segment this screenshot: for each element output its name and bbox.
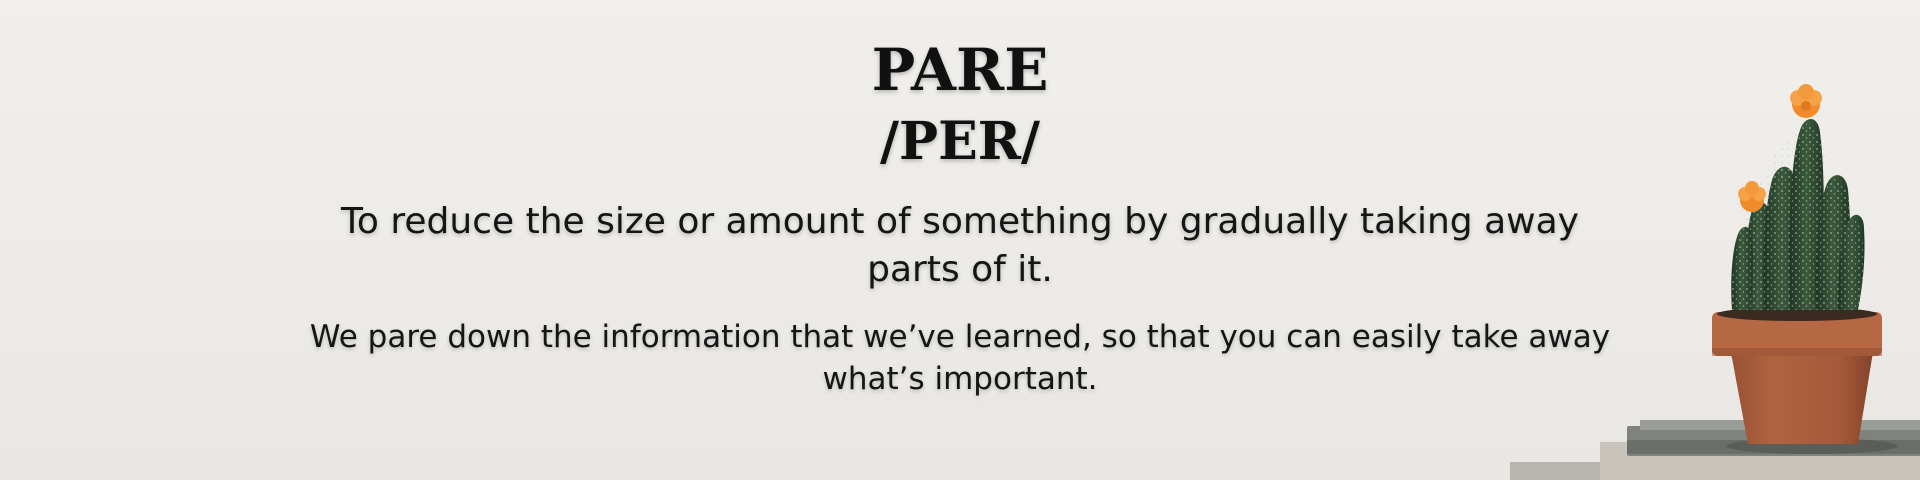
example-sentence: We pare down the information that we’ve … xyxy=(309,319,1611,397)
definition-text: To reduce the size or amount of somethin… xyxy=(341,201,1579,290)
cactus-plant-icon xyxy=(1500,70,1920,480)
hero-banner: PARE /PER/ To reduce the size or amount … xyxy=(0,0,1920,480)
